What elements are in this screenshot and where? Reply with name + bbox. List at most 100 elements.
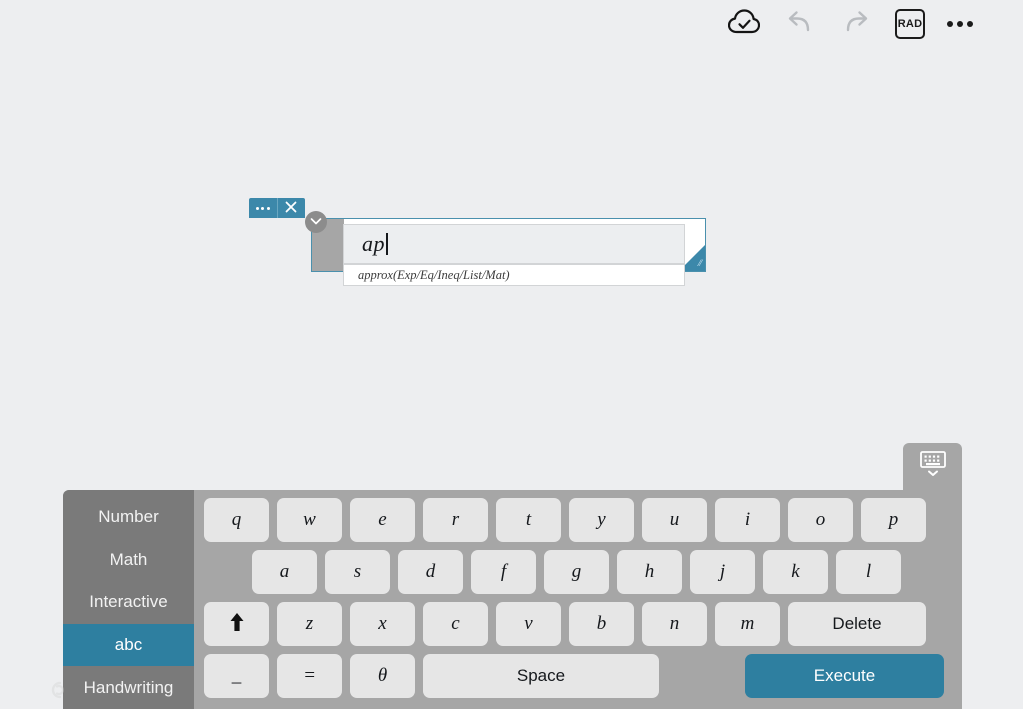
more-options-icon [947,21,973,27]
key-label: d [425,561,436,582]
key-label: h [644,561,655,582]
keyboard-tab-handwriting[interactable]: Handwriting [63,666,194,709]
key-label: p [888,509,899,530]
key-label: Space [516,666,566,685]
key-label: k [791,561,800,582]
keyboard-row-1: q w e r t y u i o p [200,498,956,550]
key-label: m [740,613,755,634]
key-x[interactable]: x [350,602,415,646]
more-options-icon [255,206,270,210]
hide-keyboard-button[interactable] [903,443,962,490]
key-label: n [669,613,680,634]
key-d[interactable]: d [398,550,463,594]
key-label: g [571,561,582,582]
undo-button[interactable] [783,7,817,41]
key-z[interactable]: z [277,602,342,646]
dialog-close-button[interactable] [276,198,306,218]
key-b[interactable]: b [569,602,634,646]
key-equals[interactable]: = [277,654,342,698]
hide-keyboard-icon [916,449,950,484]
key-p[interactable]: p [861,498,926,542]
key-q[interactable]: q [204,498,269,542]
key-label: a [279,561,290,582]
execute-button[interactable]: Execute [745,654,944,698]
key-k[interactable]: k [763,550,828,594]
keyboard-tab-label: Math [109,549,148,569]
key-label: f [500,561,507,582]
key-o[interactable]: o [788,498,853,542]
key-m[interactable]: m [715,602,780,646]
cloud-check-icon [727,8,761,40]
key-a[interactable]: a [252,550,317,594]
key-u[interactable]: u [642,498,707,542]
top-toolbar: RAD [0,0,1023,48]
expression-input[interactable]: ap [343,224,685,264]
key-e[interactable]: e [350,498,415,542]
more-options-button[interactable] [947,21,973,27]
key-label: _ [231,665,242,686]
key-theta[interactable]: θ [350,654,415,698]
key-label: v [524,613,533,634]
key-label: b [596,613,607,634]
key-i[interactable]: i [715,498,780,542]
save-cloud-button[interactable] [727,7,761,41]
redo-arrow-icon [842,9,870,40]
key-label: t [525,509,532,530]
key-y[interactable]: y [569,498,634,542]
key-label: q [231,509,242,530]
keyboard-tab-label: Handwriting [83,677,174,697]
keyboard-tab-number[interactable]: Number [63,496,194,539]
key-j[interactable]: j [690,550,755,594]
key-label: θ [377,665,388,686]
key-space[interactable]: Space [423,654,659,698]
expression-input-value: ap [362,231,385,256]
keyboard-tab-math[interactable]: Math [63,539,194,582]
key-label: o [815,509,826,530]
keyboard-tab-label: abc [114,635,143,655]
keyboard-tab-abc[interactable]: abc [63,623,194,667]
key-label: y [597,509,606,530]
key-w[interactable]: w [277,498,342,542]
autocomplete-suggestion-label: approx(Exp/Eq/Ineq/List/Mat) [358,267,510,282]
text-cursor [386,233,388,255]
key-label: i [744,509,751,530]
key-label: s [353,561,362,582]
key-c[interactable]: c [423,602,488,646]
virtual-keyboard: Number Math Interactive abc Handwriting … [63,490,962,709]
dialog-collapse-button[interactable] [305,211,327,233]
keyboard-tab-label: Interactive [89,592,168,612]
key-label: e [378,509,387,530]
angle-mode-button[interactable]: RAD [895,9,925,39]
dialog-more-button[interactable] [249,198,277,218]
key-v[interactable]: v [496,602,561,646]
shift-up-arrow-icon [229,612,245,636]
redo-button[interactable] [839,7,873,41]
key-label: = [303,665,316,686]
key-n[interactable]: n [642,602,707,646]
keyboard-row-4: _ = θ Space Execute [200,654,956,706]
close-icon [285,201,297,216]
resize-handle-icon: ⁄⁄ [698,258,702,268]
key-g[interactable]: g [544,550,609,594]
key-r[interactable]: r [423,498,488,542]
keyboard-row-2: a s d f g h j k l [200,550,956,602]
key-label: r [451,509,460,530]
key-f[interactable]: f [471,550,536,594]
keyboard-tab-interactive[interactable]: Interactive [63,581,194,624]
dialog-titlebar [249,198,305,218]
key-label: l [865,561,872,582]
key-shift[interactable] [204,602,269,646]
key-t[interactable]: t [496,498,561,542]
key-delete[interactable]: Delete [788,602,926,646]
key-s[interactable]: s [325,550,390,594]
key-label: c [451,613,460,634]
key-h[interactable]: h [617,550,682,594]
angle-mode-label: RAD [897,18,923,30]
autocomplete-suggestion[interactable]: approx(Exp/Eq/Ineq/List/Mat) [343,264,685,286]
keyboard-row-3: z x c v b n m Delete [200,602,956,654]
chevron-down-icon [310,213,322,231]
key-underscore[interactable]: _ [204,654,269,698]
key-label: x [378,613,387,634]
keyboard-tab-label: Number [98,507,159,527]
key-l[interactable]: l [836,550,901,594]
